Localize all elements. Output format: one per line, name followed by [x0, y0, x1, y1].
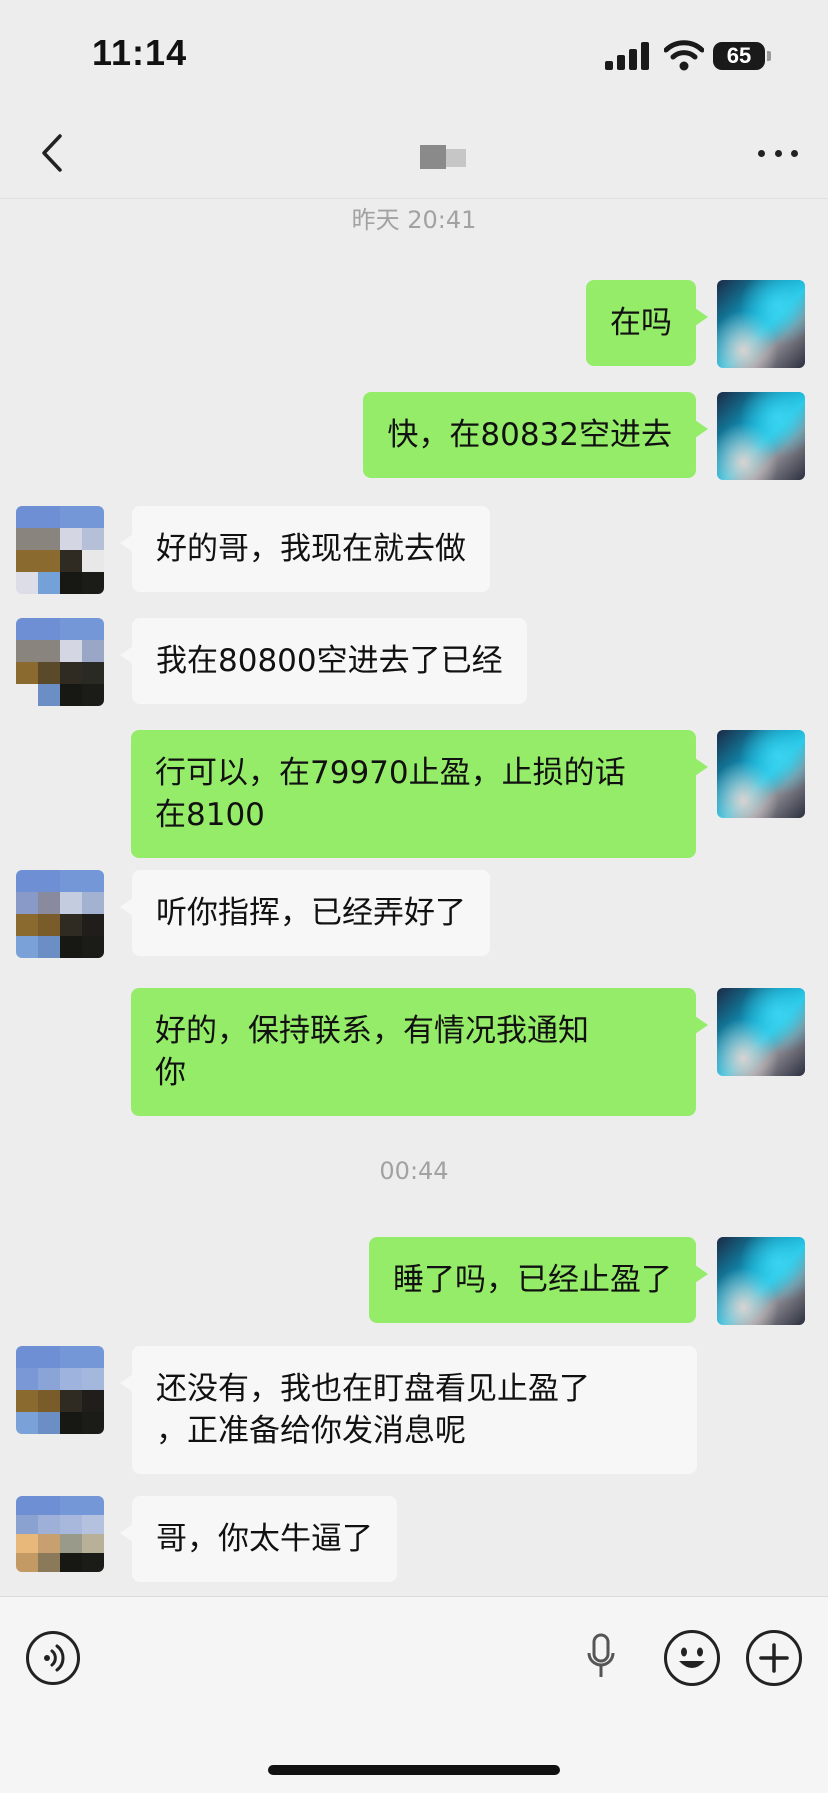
- message-bubble-contact[interactable]: 好的哥，我现在就去做: [120, 506, 490, 592]
- microphone-icon[interactable]: [586, 1633, 616, 1681]
- message-text: 睡了吗，已经止盈了: [393, 1262, 672, 1298]
- message-text: 你: [155, 1055, 186, 1091]
- message-bubble-self[interactable]: 快，在80832空进去: [363, 392, 708, 478]
- contact-avatar[interactable]: [16, 506, 104, 594]
- message-bubble-self[interactable]: 睡了吗，已经止盈了: [369, 1237, 708, 1323]
- self-avatar[interactable]: [717, 392, 805, 480]
- chat-input-bar: [0, 1596, 828, 1793]
- self-avatar[interactable]: [717, 1237, 805, 1325]
- message-text: 好的，保持联系，有情况我通知: [155, 1013, 589, 1049]
- message-bubble-contact[interactable]: 哥，你太牛逼了: [120, 1496, 397, 1582]
- self-avatar[interactable]: [717, 280, 805, 368]
- status-time: 11:14: [92, 32, 188, 73]
- contact-avatar[interactable]: [16, 618, 104, 706]
- message-text: 我在80800空进去了已经: [156, 643, 503, 679]
- message-text: 在吗: [610, 305, 672, 341]
- message-timestamp: 昨天 20:41: [351, 206, 477, 234]
- battery-cap: [767, 51, 771, 61]
- ellipsis-icon[interactable]: [758, 138, 798, 168]
- message-timestamp: 00:44: [379, 1157, 449, 1185]
- self-avatar[interactable]: [717, 730, 805, 818]
- title-pixel-block: [420, 145, 446, 169]
- contact-avatar[interactable]: [16, 1346, 104, 1434]
- chevron-left-icon[interactable]: [38, 130, 68, 176]
- battery-icon: 65: [713, 42, 765, 70]
- message-text: 还没有，我也在盯盘看见止盈了: [156, 1371, 590, 1407]
- contact-avatar[interactable]: [16, 1496, 104, 1572]
- message-bubble-contact[interactable]: 我在80800空进去了已经: [120, 618, 527, 704]
- message-text: 好的哥，我现在就去做: [156, 531, 466, 567]
- cellular-signal-icon: [605, 42, 649, 70]
- message-text: 在8100: [155, 797, 265, 833]
- emoji-icon[interactable]: [664, 1630, 720, 1686]
- plus-icon[interactable]: [746, 1630, 802, 1686]
- status-bar: 11:14 65: [0, 0, 828, 110]
- message-text: 哥，你太牛逼了: [156, 1521, 373, 1557]
- message-bubble-self[interactable]: 行可以，在79970止盈，止损的话 在8100: [131, 730, 708, 858]
- chat-title-redacted: [420, 145, 466, 169]
- contact-avatar[interactable]: [16, 870, 104, 958]
- self-avatar[interactable]: [717, 988, 805, 1076]
- message-bubble-self[interactable]: 好的，保持联系，有情况我通知 你: [131, 988, 708, 1116]
- chat-header: [0, 110, 828, 199]
- message-bubble-contact[interactable]: 还没有，我也在盯盘看见止盈了 ，正准备给你发消息呢: [120, 1346, 697, 1474]
- message-text: ，正准备给你发消息呢: [156, 1413, 466, 1449]
- wifi-icon: [664, 40, 704, 71]
- home-indicator: [268, 1765, 560, 1775]
- message-bubble-contact[interactable]: 听你指挥，已经弄好了: [120, 870, 490, 956]
- title-pixel-block: [446, 149, 466, 167]
- message-text: 听你指挥，已经弄好了: [156, 895, 466, 931]
- message-bubble-self[interactable]: 在吗: [586, 280, 708, 366]
- message-text: 快，在80832空进去: [387, 417, 672, 453]
- voice-icon[interactable]: [26, 1631, 80, 1685]
- message-text: 行可以，在79970止盈，止损的话: [155, 755, 626, 791]
